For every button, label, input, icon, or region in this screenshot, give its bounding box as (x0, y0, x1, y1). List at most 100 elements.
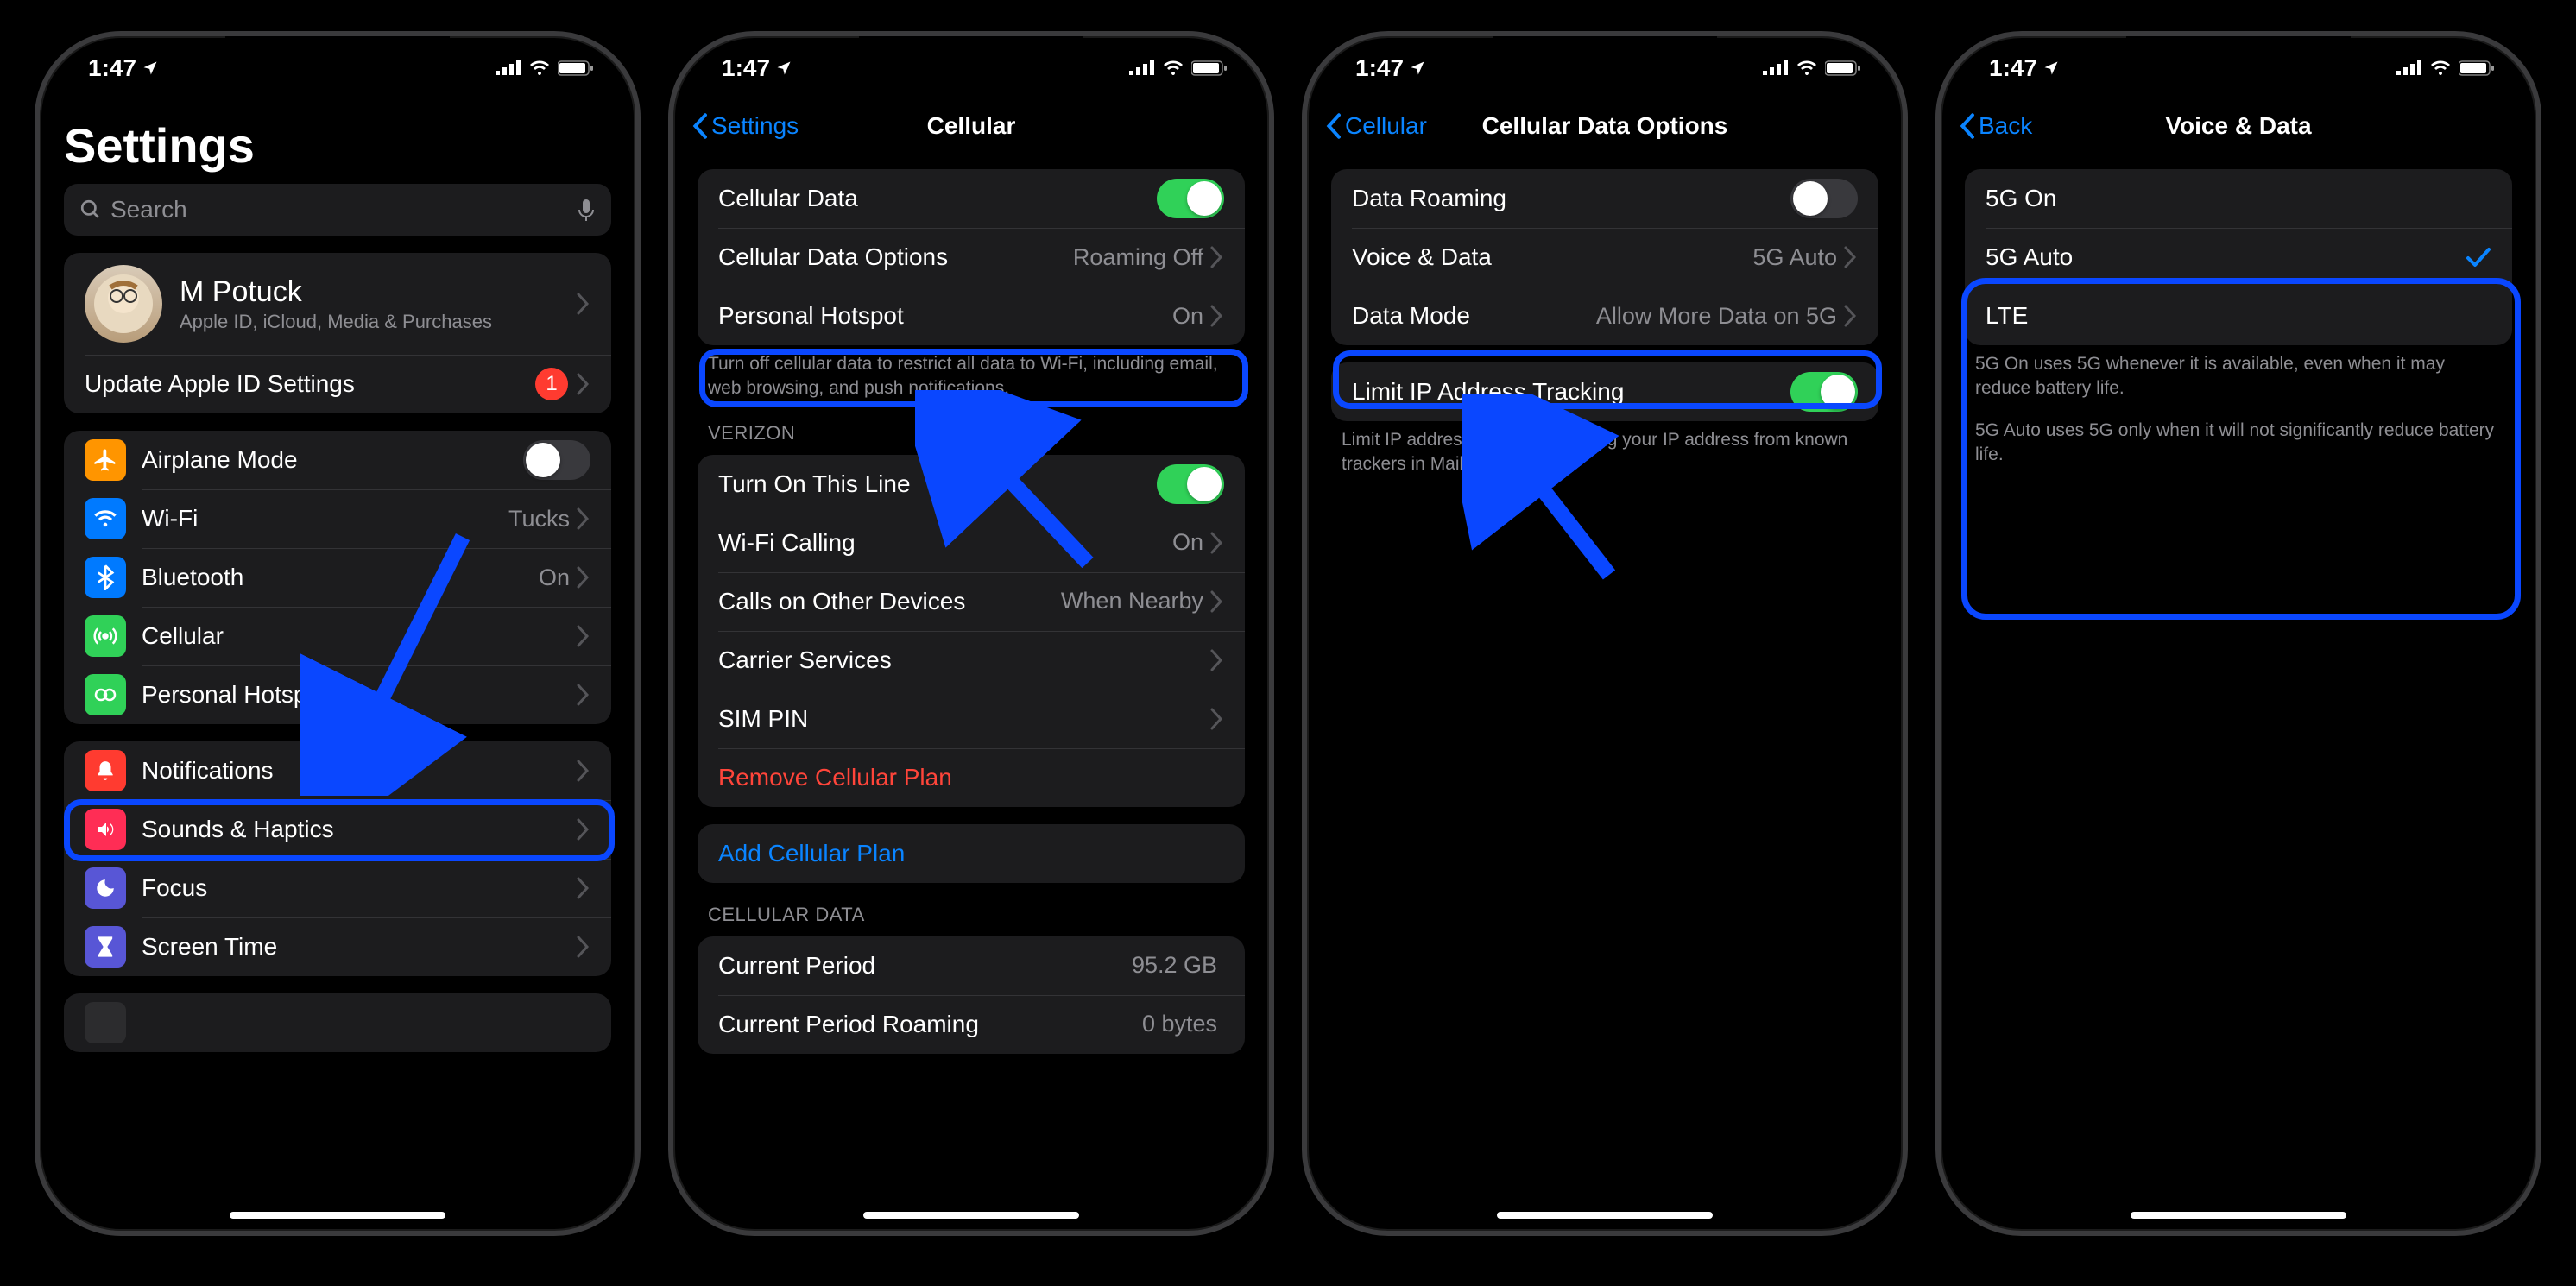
notch (225, 36, 450, 78)
chevron-right-icon (1210, 590, 1224, 613)
usage-group: Current Period 95.2 GB Current Period Ro… (698, 936, 1245, 1054)
cellular-row[interactable]: Cellular (64, 607, 611, 665)
airplane-toggle[interactable] (523, 440, 590, 480)
voice-data-row[interactable]: Voice & Data 5G Auto (1331, 228, 1878, 287)
bluetooth-icon (85, 557, 126, 598)
chevron-right-icon (577, 936, 590, 958)
partial-group (64, 993, 611, 1052)
chevron-right-icon (577, 566, 590, 589)
5g-auto-row[interactable]: 5G Auto (1965, 228, 2512, 287)
update-apple-id-row[interactable]: Update Apple ID Settings 1 (64, 355, 611, 413)
current-period-row[interactable]: Current Period 95.2 GB (698, 936, 1245, 995)
checkmark-icon (2466, 246, 2491, 268)
avatar (85, 265, 162, 343)
data-roaming-row[interactable]: Data Roaming (1331, 169, 1878, 228)
home-indicator[interactable] (2131, 1212, 2346, 1219)
notch (859, 36, 1083, 78)
add-cellular-plan-row[interactable]: Add Cellular Plan (698, 824, 1245, 883)
phone-cellular: 1:47 Settings Cellular Cellular Data Cel… (668, 31, 1274, 1236)
bell-icon (85, 750, 126, 791)
general-group: Notifications Sounds & Haptics Focus Scr… (64, 741, 611, 976)
cellular-data-usage-header: CELLULAR DATA (673, 883, 1269, 933)
back-button[interactable]: Cellular (1324, 112, 1427, 140)
phone-settings: 1:47 Settings Search M Potuck Apple ID, … (35, 31, 641, 1236)
cellular-data-toggle[interactable] (1157, 179, 1224, 218)
wifi-icon (2429, 60, 2452, 77)
limit-ip-tracking-row[interactable]: Limit IP Address Tracking (1331, 362, 1878, 421)
battery-icon (1191, 60, 1228, 77)
cellular-data-row[interactable]: Cellular Data (698, 169, 1245, 228)
home-indicator[interactable] (863, 1212, 1079, 1219)
update-badge: 1 (535, 368, 568, 400)
settings-screen: Settings Search M Potuck Apple ID, iClou… (40, 36, 635, 1231)
page-title: Settings (40, 100, 635, 184)
add-plan-group: Add Cellular Plan (698, 824, 1245, 883)
wifi-row[interactable]: Wi-Fi Tucks (64, 489, 611, 548)
focus-row[interactable]: Focus (64, 859, 611, 917)
status-time: 1:47 (1989, 54, 2037, 82)
turn-on-line-toggle[interactable] (1157, 464, 1224, 504)
status-time: 1:47 (722, 54, 770, 82)
chevron-right-icon (577, 818, 590, 841)
cellular-icon (2396, 60, 2422, 77)
calls-other-devices-row[interactable]: Calls on Other Devices When Nearby (698, 572, 1245, 631)
tracking-group: Limit IP Address Tracking (1331, 362, 1878, 421)
screentime-row[interactable]: Screen Time (64, 917, 611, 976)
partial-row[interactable] (64, 993, 611, 1052)
chevron-right-icon (1844, 246, 1858, 268)
lte-row[interactable]: LTE (1965, 287, 2512, 345)
nav-bar: Settings Cellular (673, 100, 1269, 152)
antenna-icon (85, 615, 126, 657)
turn-on-line-row[interactable]: Turn On This Line (698, 455, 1245, 514)
limit-ip-toggle[interactable] (1790, 372, 1858, 412)
search-icon (79, 199, 102, 221)
chevron-right-icon (577, 760, 590, 782)
wifi-calling-row[interactable]: Wi-Fi Calling On (698, 514, 1245, 572)
data-mode-row[interactable]: Data Mode Allow More Data on 5G (1331, 287, 1878, 345)
connectivity-group: Airplane Mode Wi-Fi Tucks Bluetooth On C… (64, 431, 611, 724)
data-options-screen: Cellular Cellular Data Options Data Roam… (1307, 36, 1903, 1231)
home-indicator[interactable] (230, 1212, 445, 1219)
battery-icon (2459, 60, 2495, 77)
back-button[interactable]: Back (1958, 112, 2032, 140)
tracking-footer: Limit IP address tracking by hiding your… (1307, 421, 1903, 477)
apple-id-row[interactable]: M Potuck Apple ID, iCloud, Media & Purch… (64, 253, 611, 355)
sounds-row[interactable]: Sounds & Haptics (64, 800, 611, 859)
location-icon (775, 60, 792, 77)
verizon-group: Turn On This Line Wi-Fi Calling On Calls… (698, 455, 1245, 807)
carrier-services-row[interactable]: Carrier Services (698, 631, 1245, 690)
chevron-right-icon (1210, 246, 1224, 268)
current-period-roaming-row[interactable]: Current Period Roaming 0 bytes (698, 995, 1245, 1054)
memoji-icon (93, 274, 154, 334)
5g-on-row[interactable]: 5G On (1965, 169, 2512, 228)
airplane-icon (85, 439, 126, 481)
bluetooth-row[interactable]: Bluetooth On (64, 548, 611, 607)
chevron-right-icon (1844, 305, 1858, 327)
cellular-icon (1129, 60, 1155, 77)
battery-icon (558, 60, 594, 77)
personal-hotspot-row[interactable]: Personal Hotspot (64, 665, 611, 724)
voice-data-screen: Back Voice & Data 5G On 5G Auto LTE 5G O… (1941, 36, 2536, 1231)
airplane-mode-row[interactable]: Airplane Mode (64, 431, 611, 489)
chevron-right-icon (1210, 708, 1224, 730)
location-icon (142, 60, 159, 77)
phone-voice-data: 1:47 Back Voice & Data 5G On 5G Auto (1935, 31, 2541, 1236)
battery-icon (1825, 60, 1861, 77)
chevron-right-icon (577, 625, 590, 647)
remove-plan-row[interactable]: Remove Cellular Plan (698, 748, 1245, 807)
sim-pin-row[interactable]: SIM PIN (698, 690, 1245, 748)
search-placeholder: Search (110, 196, 568, 224)
status-time: 1:47 (88, 54, 136, 82)
cellular-data-options-row[interactable]: Cellular Data Options Roaming Off (698, 228, 1245, 287)
verizon-header: VERIZON (673, 401, 1269, 451)
home-indicator[interactable] (1497, 1212, 1713, 1219)
wifi-settings-icon (85, 498, 126, 539)
personal-hotspot-cell-row[interactable]: Personal Hotspot On (698, 287, 1245, 345)
search-input[interactable]: Search (64, 184, 611, 236)
voice-data-group: 5G On 5G Auto LTE (1965, 169, 2512, 345)
profile-group: M Potuck Apple ID, iCloud, Media & Purch… (64, 253, 611, 413)
5g-on-footer: 5G On uses 5G whenever it is available, … (1941, 345, 2536, 401)
notifications-row[interactable]: Notifications (64, 741, 611, 800)
back-button[interactable]: Settings (691, 112, 799, 140)
data-roaming-toggle[interactable] (1790, 179, 1858, 218)
